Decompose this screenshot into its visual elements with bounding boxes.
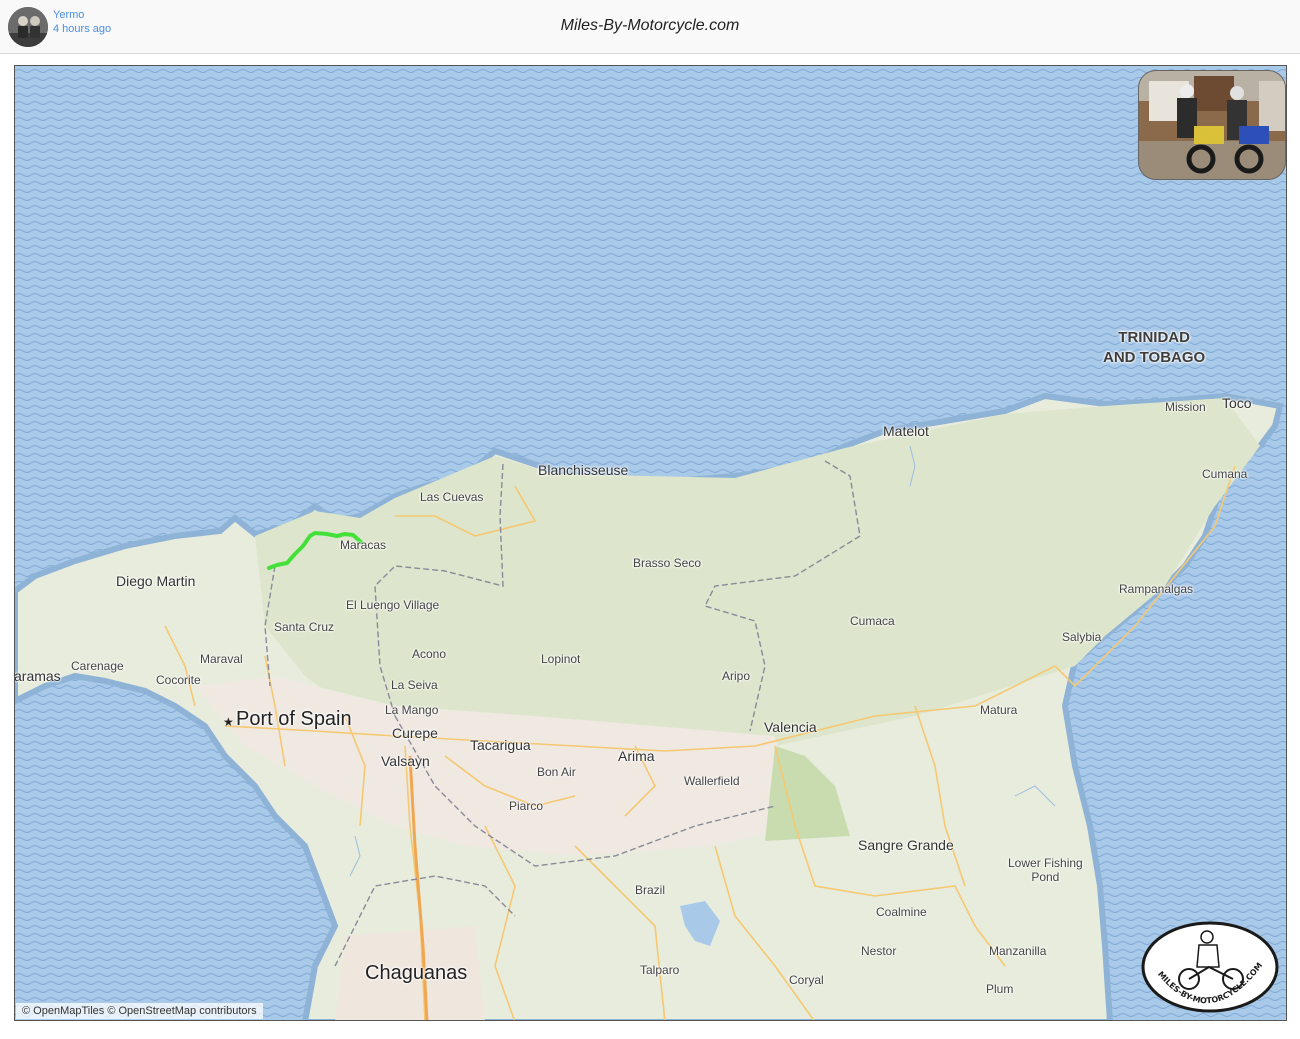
place-label-coryal: Coryal xyxy=(789,973,824,987)
place-label-el-luengo-village: El Luengo Village xyxy=(346,598,440,612)
place-label-lopinot: Lopinot xyxy=(541,652,581,666)
place-label-toco: Toco xyxy=(1222,395,1252,411)
place-label-blanchisseuse: Blanchisseuse xyxy=(538,462,629,478)
place-label-cocorite: Cocorite xyxy=(156,673,201,687)
country-label-line-1: TRINIDAD xyxy=(1118,329,1190,346)
place-label-maracas: Maracas xyxy=(340,538,387,552)
place-label-chaguanas: Chaguanas xyxy=(365,962,468,984)
place-label-sangre-grande: Sangre Grande xyxy=(858,837,954,853)
place-label-mission: Mission xyxy=(1165,400,1206,414)
place-label-curepe: Curepe xyxy=(392,725,438,741)
place-label-arima: Arima xyxy=(618,748,655,764)
place-label-matelot: Matelot xyxy=(883,423,929,439)
place-label-valsayn: Valsayn xyxy=(381,753,430,769)
country-label: TRINIDAD AND TOBAGO xyxy=(1103,328,1205,368)
place-label-carenage: Carenage xyxy=(71,659,124,673)
place-label-lower-fishing-pond: Lower Fishing Pond xyxy=(1008,856,1083,884)
place-label-bon-air: Bon Air xyxy=(537,765,576,779)
place-label-cumaca: Cumaca xyxy=(850,614,895,628)
place-label-matura: Matura xyxy=(980,703,1018,717)
place-label-cumana: Cumana xyxy=(1202,467,1248,481)
place-label-wallerfield: Wallerfield xyxy=(684,774,740,788)
place-label-las-cuevas: Las Cuevas xyxy=(420,490,484,504)
place-label-manzanilla: Manzanilla xyxy=(989,944,1047,958)
site-title: Miles-By-Motorcycle.com xyxy=(560,17,740,34)
place-label-piarco: Piarco xyxy=(509,799,544,813)
place-label-aripo: Aripo xyxy=(722,669,751,683)
place-label-nestor: Nestor xyxy=(861,944,897,958)
place-label-coalmine: Coalmine xyxy=(876,905,927,919)
place-label-port-of-spain: Port of Spain xyxy=(236,708,352,730)
lower-fishing-pond-line-2: Pond xyxy=(1031,870,1060,884)
place-label-brazil: Brazil xyxy=(635,883,666,897)
site-logo-badge: MILES-BY-MOTORCYCLE.COM xyxy=(1141,921,1279,1013)
place-label-diego-martin: Diego Martin xyxy=(116,573,196,589)
capital-star-icon: ★ xyxy=(223,715,234,729)
place-label-brasso-seco: Brasso Seco xyxy=(633,556,702,570)
country-label-line-2: AND TOBAGO xyxy=(1103,349,1206,366)
place-label-valencia: Valencia xyxy=(764,719,817,735)
place-label-la-seiva: La Seiva xyxy=(391,678,438,692)
post-header: Yermo 4 hours ago Miles-By-Motorcycle.co… xyxy=(0,0,1300,54)
place-label-salybia: Salybia xyxy=(1062,630,1102,644)
place-label-acono: Acono xyxy=(412,647,447,661)
place-label-aramas: aramas xyxy=(14,668,61,684)
place-label-rampanalgas: Rampanalgas xyxy=(1119,582,1194,596)
rider-photo-thumbnail[interactable] xyxy=(1138,70,1286,180)
place-label-la-mango: La Mango xyxy=(385,703,439,717)
map-attribution[interactable]: © OpenMapTiles © OpenStreetMap contribut… xyxy=(16,1003,263,1019)
place-label-tacarigua: Tacarigua xyxy=(470,737,531,753)
map-canvas: ★ xyxy=(15,66,1286,1020)
lower-fishing-pond-line-1: Lower Fishing xyxy=(1008,856,1083,870)
place-label-talparo: Talparo xyxy=(640,963,680,977)
route-map[interactable]: ★ TRINIDAD AND TOBAGO Port of Spain Chag… xyxy=(14,65,1287,1021)
place-label-santa-cruz: Santa Cruz xyxy=(274,620,335,634)
place-label-maraval: Maraval xyxy=(200,652,243,666)
place-label-plum: Plum xyxy=(986,982,1014,996)
